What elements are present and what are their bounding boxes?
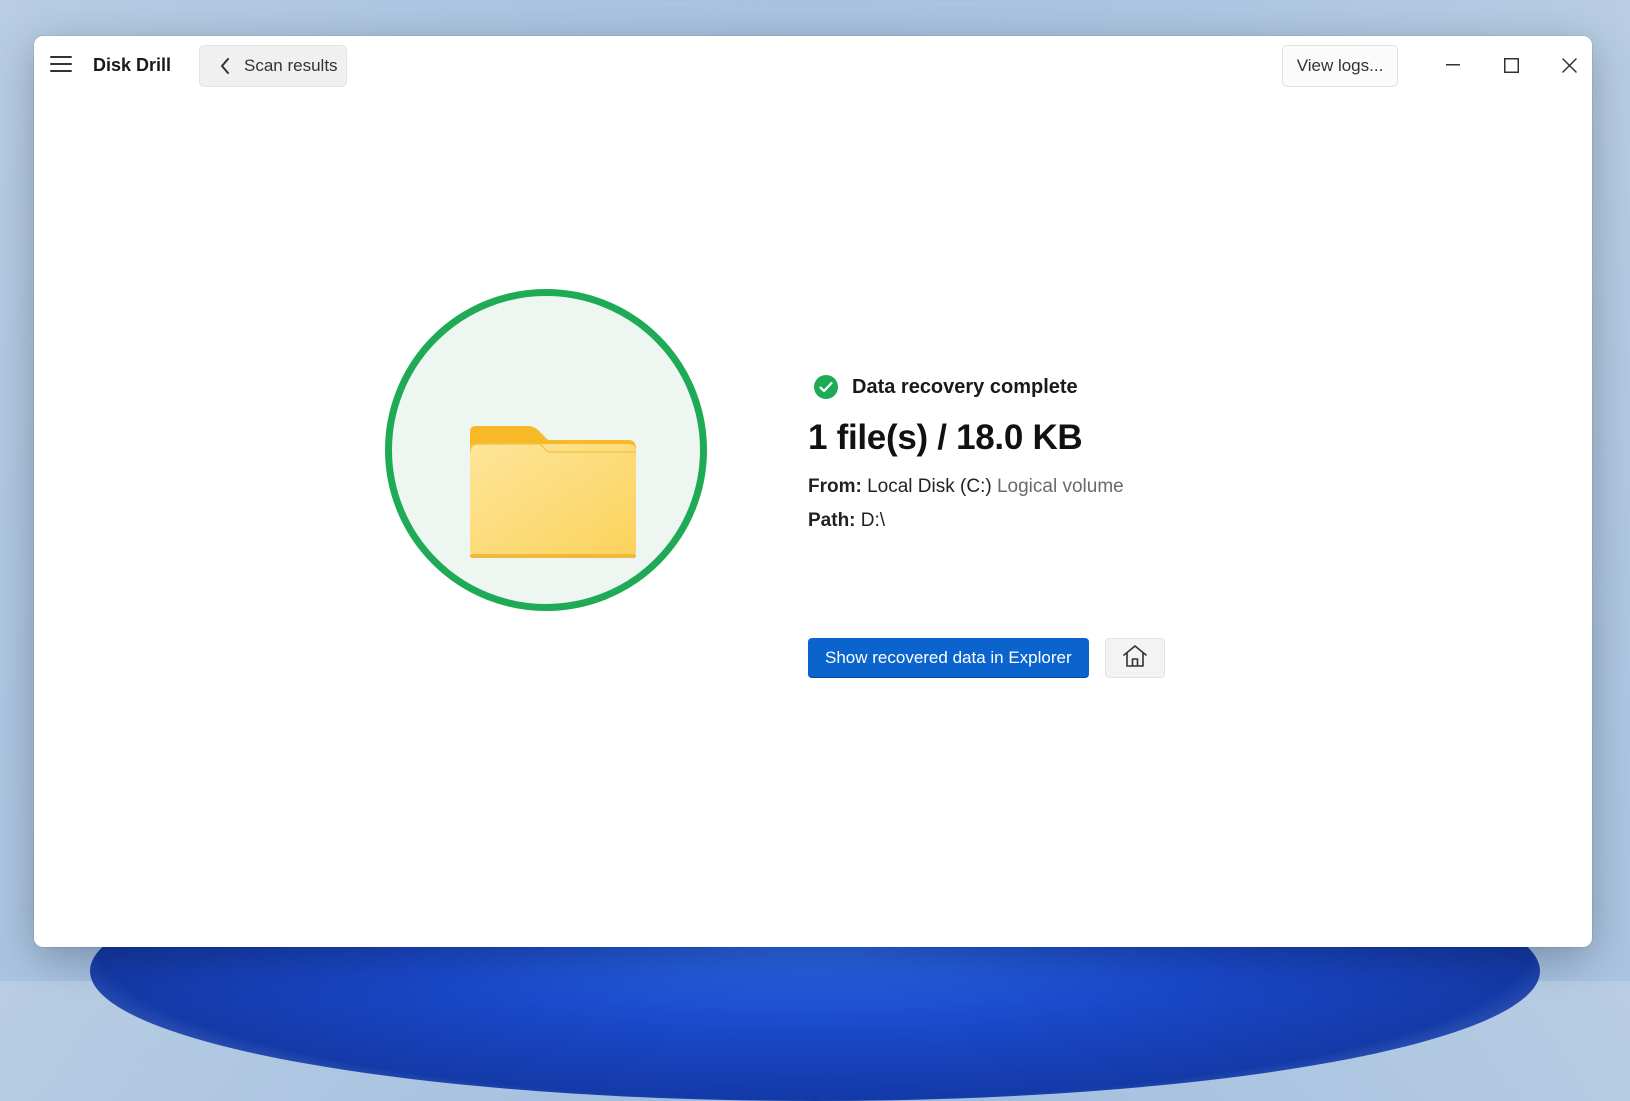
recovery-result-panel: Data recovery complete 1 file(s) / 18.0 … bbox=[34, 96, 1592, 947]
app-window: Disk Drill Scan results View logs... Dat… bbox=[34, 36, 1592, 947]
title-bar: Disk Drill Scan results View logs... bbox=[34, 36, 1592, 96]
home-icon bbox=[1122, 644, 1148, 673]
minimize-icon[interactable] bbox=[1435, 50, 1471, 80]
status-row: Data recovery complete bbox=[808, 372, 1408, 402]
recovered-summary: 1 file(s) / 18.0 KB bbox=[808, 418, 1083, 457]
from-label: From: bbox=[808, 476, 862, 497]
back-button-label: Scan results bbox=[244, 56, 338, 75]
close-icon[interactable] bbox=[1551, 50, 1587, 80]
app-title: Disk Drill bbox=[93, 55, 172, 75]
path-label: Path: bbox=[808, 510, 856, 531]
back-to-scan-results-button[interactable]: Scan results bbox=[199, 45, 347, 87]
chevron-left-icon bbox=[210, 58, 240, 74]
maximize-icon[interactable] bbox=[1493, 50, 1529, 80]
folder-icon bbox=[469, 426, 636, 563]
path-value: D:\ bbox=[860, 510, 886, 531]
recovery-info: Data recovery complete 1 file(s) / 18.0 … bbox=[808, 372, 1408, 532]
result-actions: Show recovered data in Explorer bbox=[808, 638, 1165, 678]
from-type: Logical volume bbox=[996, 476, 1124, 497]
check-circle-icon bbox=[814, 375, 838, 399]
source-line: From: Local Disk (C:) Logical volume bbox=[808, 476, 1408, 498]
home-button[interactable] bbox=[1104, 638, 1165, 678]
status-text: Data recovery complete bbox=[852, 375, 1078, 398]
view-logs-button[interactable]: View logs... bbox=[1282, 45, 1398, 87]
hamburger-menu-icon[interactable] bbox=[50, 56, 72, 74]
path-line: Path: D:\ bbox=[808, 510, 1408, 532]
show-in-explorer-button[interactable]: Show recovered data in Explorer bbox=[808, 638, 1089, 678]
from-value: Local Disk (C:) bbox=[867, 476, 992, 497]
